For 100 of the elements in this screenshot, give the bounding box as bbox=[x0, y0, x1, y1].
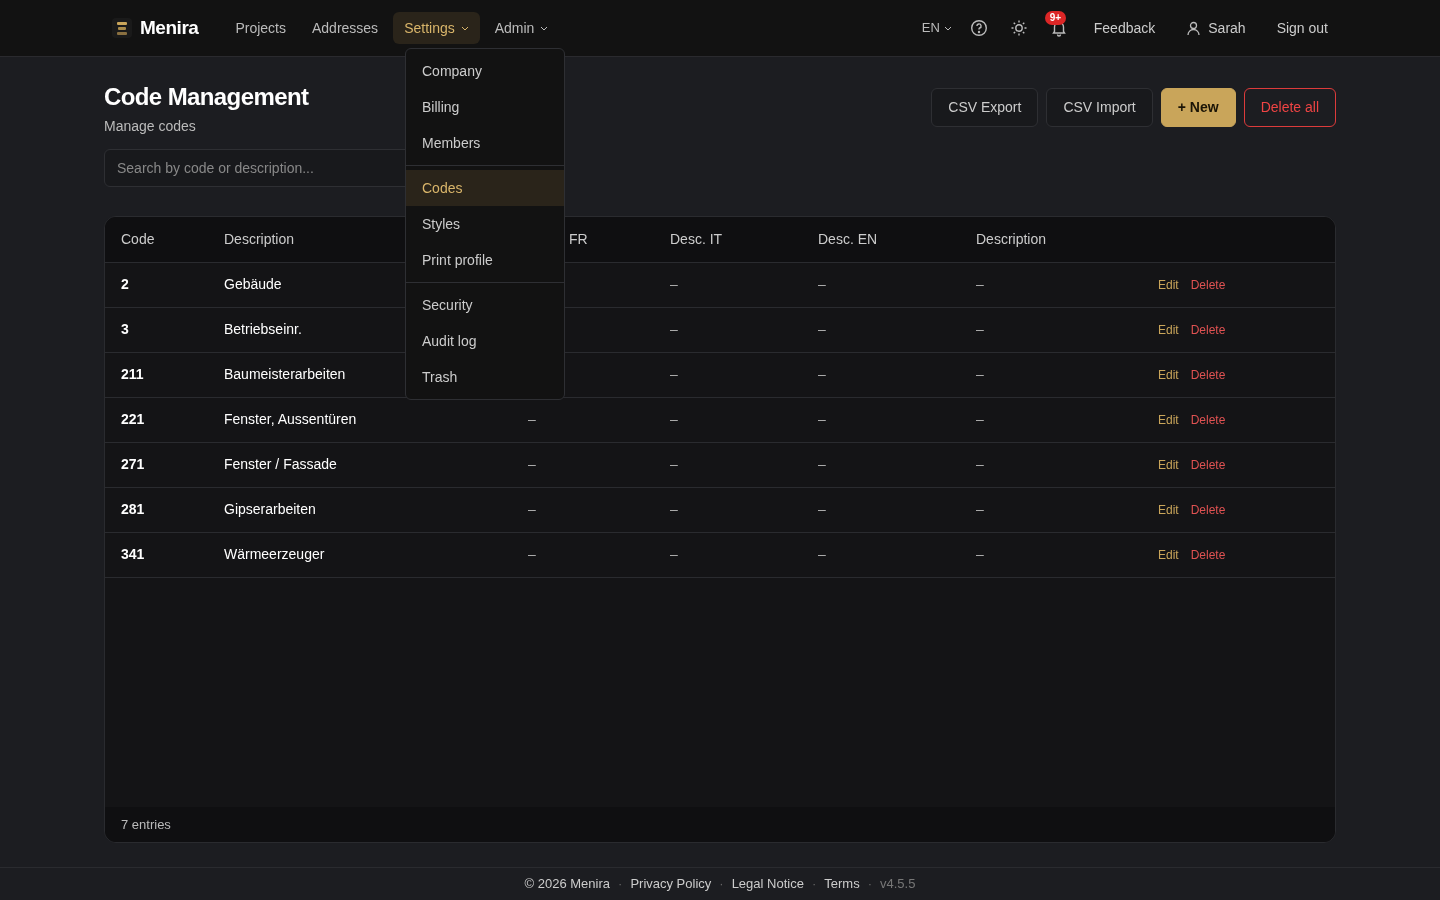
table-cell: – bbox=[666, 487, 814, 532]
footer-link[interactable]: Terms bbox=[824, 874, 860, 894]
menu-item[interactable]: Trash bbox=[406, 359, 564, 395]
separator-dot: · bbox=[811, 875, 817, 894]
delete-link[interactable]: Delete bbox=[1190, 275, 1226, 294]
table-cell: – bbox=[814, 352, 972, 397]
table-cell: Baumeisterarbeiten bbox=[224, 366, 346, 382]
table-cell: – bbox=[511, 532, 666, 577]
nav-tab[interactable]: Addresses bbox=[300, 12, 390, 44]
nav-tab[interactable]: Settings bbox=[393, 12, 480, 44]
separator-dot: · bbox=[618, 875, 623, 894]
delete-link[interactable]: Delete bbox=[1190, 545, 1226, 564]
table-cell: – bbox=[666, 307, 814, 352]
table-cell: – bbox=[972, 352, 1158, 397]
table-cell: 221 bbox=[105, 397, 220, 442]
menu-item[interactable]: Audit log bbox=[406, 323, 564, 359]
table-cell: – bbox=[972, 307, 1158, 352]
table-cell: – bbox=[972, 442, 1158, 487]
table-cell: – bbox=[814, 397, 972, 442]
table-cell: – bbox=[666, 532, 814, 577]
sign-out-link[interactable]: Sign out bbox=[1276, 17, 1328, 39]
table-cell: – bbox=[972, 262, 1158, 307]
column-header: Desc. IT bbox=[670, 230, 723, 247]
page-subtitle: Manage codes bbox=[104, 117, 197, 136]
table-cell: Fenster, Aussentüren bbox=[224, 411, 357, 427]
table-cell: – bbox=[511, 487, 666, 532]
menu-item[interactable]: Security bbox=[406, 287, 564, 323]
table-cell: Gebäude bbox=[224, 276, 282, 292]
nav-tab[interactable]: Projects bbox=[224, 12, 297, 44]
version-text: v4.5.5 bbox=[880, 875, 916, 894]
column-header: Description bbox=[976, 230, 1047, 247]
footer-link[interactable]: Legal Notice bbox=[731, 874, 804, 894]
caret-icon bbox=[460, 25, 469, 31]
table-cell: 271 bbox=[105, 442, 220, 487]
action-button[interactable]: CSV Import bbox=[1046, 88, 1153, 127]
table-cell: – bbox=[814, 532, 972, 577]
action-button[interactable]: CSV Export bbox=[931, 88, 1039, 127]
table-cell: Fenster / Fassade bbox=[224, 456, 337, 472]
column-header: Code bbox=[121, 230, 155, 247]
entry-count: 7 entries bbox=[121, 815, 171, 834]
edit-link[interactable]: Edit bbox=[1158, 545, 1179, 564]
footer-link[interactable]: Privacy Policy bbox=[630, 874, 712, 894]
table-cell: – bbox=[666, 397, 814, 442]
table-cell: – bbox=[814, 262, 972, 307]
sun-icon[interactable] bbox=[1009, 19, 1028, 37]
menu-item[interactable]: Codes bbox=[406, 170, 564, 206]
page-title: Code Management bbox=[104, 82, 309, 112]
caret-icon bbox=[540, 25, 549, 31]
edit-link[interactable]: Edit bbox=[1158, 500, 1179, 519]
help-icon[interactable] bbox=[969, 19, 988, 37]
separator-dot: · bbox=[719, 875, 724, 894]
table-cell: 281 bbox=[105, 487, 220, 532]
brand-name: Menira bbox=[140, 15, 199, 40]
table-cell: – bbox=[511, 442, 666, 487]
notification-badge: 9+ bbox=[1044, 11, 1067, 25]
table-cell: 2 bbox=[105, 262, 220, 307]
table-cell: 3 bbox=[105, 307, 220, 352]
table-cell: Wärmeerzeuger bbox=[224, 546, 325, 562]
edit-link[interactable]: Edit bbox=[1158, 320, 1179, 339]
delete-link[interactable]: Delete bbox=[1190, 455, 1226, 474]
table-cell: – bbox=[666, 352, 814, 397]
menu-item[interactable]: Company bbox=[406, 53, 564, 89]
logo-icon bbox=[112, 18, 132, 38]
edit-link[interactable]: Edit bbox=[1158, 365, 1179, 384]
user-menu[interactable]: Sarah bbox=[1186, 17, 1246, 39]
table-cell: – bbox=[814, 307, 972, 352]
action-button[interactable]: Delete all bbox=[1243, 88, 1336, 127]
edit-link[interactable]: Edit bbox=[1158, 455, 1179, 474]
table-cell: – bbox=[814, 487, 972, 532]
menu-item[interactable]: Print profile bbox=[406, 242, 564, 278]
column-header: Description bbox=[224, 230, 295, 247]
table-cell: – bbox=[666, 262, 814, 307]
delete-link[interactable]: Delete bbox=[1190, 410, 1226, 429]
menu-item[interactable]: Billing bbox=[406, 89, 564, 125]
copyright-text: © 2026 Menira bbox=[524, 875, 611, 894]
language-selector[interactable]: EN bbox=[913, 18, 960, 38]
table-cell: – bbox=[972, 397, 1158, 442]
nav-tab[interactable]: Admin bbox=[483, 12, 560, 44]
delete-link[interactable]: Delete bbox=[1190, 365, 1226, 384]
edit-link[interactable]: Edit bbox=[1158, 275, 1179, 294]
table-cell: 211 bbox=[105, 352, 220, 397]
table-cell: 341 bbox=[105, 532, 220, 577]
table-cell: Betriebseinr. bbox=[224, 321, 302, 337]
table-cell: – bbox=[972, 487, 1158, 532]
user-icon bbox=[1186, 20, 1202, 36]
delete-link[interactable]: Delete bbox=[1190, 500, 1226, 519]
column-header: Desc. EN bbox=[818, 230, 878, 247]
separator-dot: · bbox=[867, 875, 872, 894]
table-cell: – bbox=[972, 532, 1158, 577]
menu-item[interactable]: Styles bbox=[406, 206, 564, 242]
action-button[interactable]: + New bbox=[1160, 88, 1236, 127]
feedback-link[interactable]: Feedback bbox=[1093, 17, 1156, 39]
table-cell: – bbox=[511, 397, 666, 442]
table-cell: Gipserarbeiten bbox=[224, 501, 316, 517]
table-cell: – bbox=[814, 442, 972, 487]
caret-icon bbox=[943, 25, 952, 31]
column-header: FR bbox=[569, 230, 588, 247]
edit-link[interactable]: Edit bbox=[1158, 410, 1179, 429]
delete-link[interactable]: Delete bbox=[1190, 320, 1226, 339]
table-cell: – bbox=[666, 442, 814, 487]
